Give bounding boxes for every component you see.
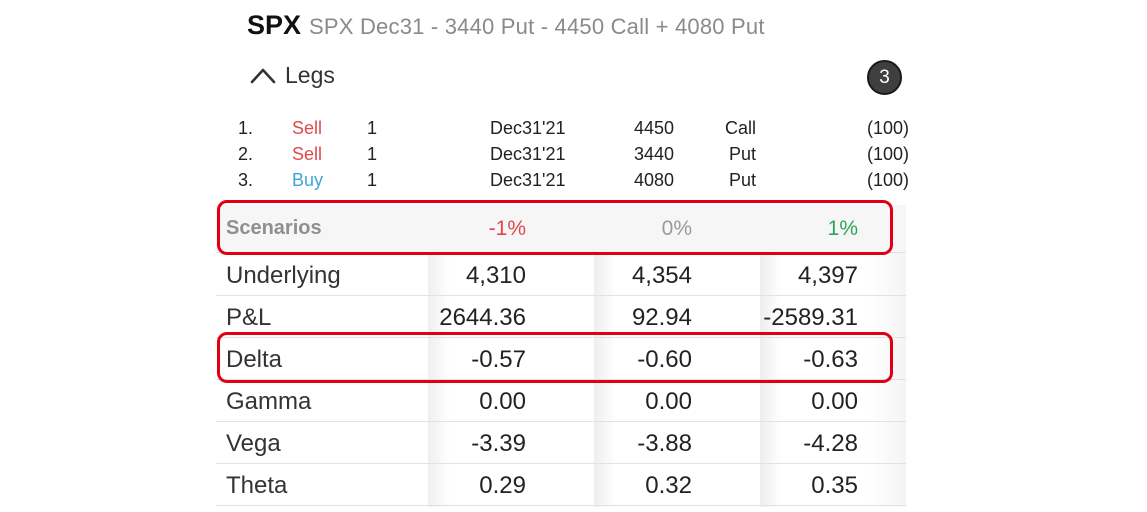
table-cell: 0.29 (479, 472, 526, 499)
table-cell: -3.39 (471, 430, 526, 457)
row-label-underlying: Underlying (226, 262, 341, 289)
leg-multiplier: (100) (866, 170, 909, 190)
table-cell: 4,310 (465, 262, 526, 289)
legs-toggle[interactable]: Legs 3 (250, 60, 905, 95)
strategy-description: SPX Dec31 - 3440 Put - 4450 Call + 4080 … (309, 14, 765, 39)
leg-quantity: 1 (367, 144, 378, 164)
leg-expiry: Dec31'21 (490, 118, 566, 138)
table-row: Gamma 0.00 0.00 0.00 (216, 380, 906, 422)
leg-multiplier: (100) (866, 118, 909, 138)
leg-row: 1. Sell 1 Dec31'21 4450 Call (100) (216, 118, 911, 144)
table-cell: 0.35 (811, 472, 858, 499)
scenarios-row-highlight (217, 200, 893, 255)
table-cell: 0.00 (479, 388, 526, 415)
row-label-pnl: P&L (226, 304, 272, 331)
table-cell: 2644.36 (439, 304, 526, 331)
leg-strike: 3440 (634, 144, 675, 164)
leg-type: Put (728, 170, 756, 190)
leg-side: Sell (292, 144, 323, 164)
leg-row: 3. Buy 1 Dec31'21 4080 Put (100) (216, 170, 911, 196)
legs-count-badge: 3 (867, 60, 902, 95)
leg-side: Sell (292, 118, 323, 138)
strategy-panel: SPX SPX Dec31 - 3440 Put - 4450 Call + 4… (216, 0, 911, 512)
leg-number: 2. (238, 144, 254, 164)
table-cell: 4,397 (797, 262, 858, 289)
leg-multiplier: (100) (866, 144, 909, 164)
leg-type: Put (728, 144, 756, 164)
table-cell: 92.94 (631, 304, 692, 331)
leg-row: 2. Sell 1 Dec31'21 3440 Put (100) (216, 144, 911, 170)
table-cell: 0.00 (645, 388, 692, 415)
table-row: Vega -3.39 -3.88 -4.28 (216, 422, 906, 464)
leg-expiry: Dec31'21 (490, 170, 566, 190)
symbol-label: SPX (247, 10, 302, 40)
leg-strike: 4080 (634, 170, 675, 190)
table-row: Theta 0.29 0.32 0.35 (216, 464, 906, 506)
title-row: SPX SPX Dec31 - 3440 Put - 4450 Call + 4… (247, 10, 765, 46)
row-label-vega: Vega (226, 430, 281, 457)
table-cell: -4.28 (803, 430, 858, 457)
leg-expiry: Dec31'21 (490, 144, 566, 164)
leg-strike: 4450 (634, 118, 675, 138)
leg-side: Buy (292, 170, 324, 190)
chevron-up-icon[interactable] (250, 66, 276, 84)
leg-quantity: 1 (367, 118, 378, 138)
table-row: Underlying 4,310 4,354 4,397 (216, 254, 906, 296)
leg-number: 1. (238, 118, 254, 138)
table-cell: -3.88 (637, 430, 692, 457)
table-cell: 0.00 (811, 388, 858, 415)
row-label-gamma: Gamma (226, 388, 312, 415)
leg-type: Call (724, 118, 756, 138)
delta-row-highlight (217, 332, 893, 383)
table-cell: 4,354 (631, 262, 692, 289)
legs-label: Legs (285, 62, 335, 88)
table-cell: 0.32 (645, 472, 692, 499)
table-cell: -2589.31 (763, 304, 858, 331)
leg-number: 3. (238, 170, 254, 190)
leg-quantity: 1 (367, 170, 378, 190)
row-label-theta: Theta (226, 472, 288, 499)
